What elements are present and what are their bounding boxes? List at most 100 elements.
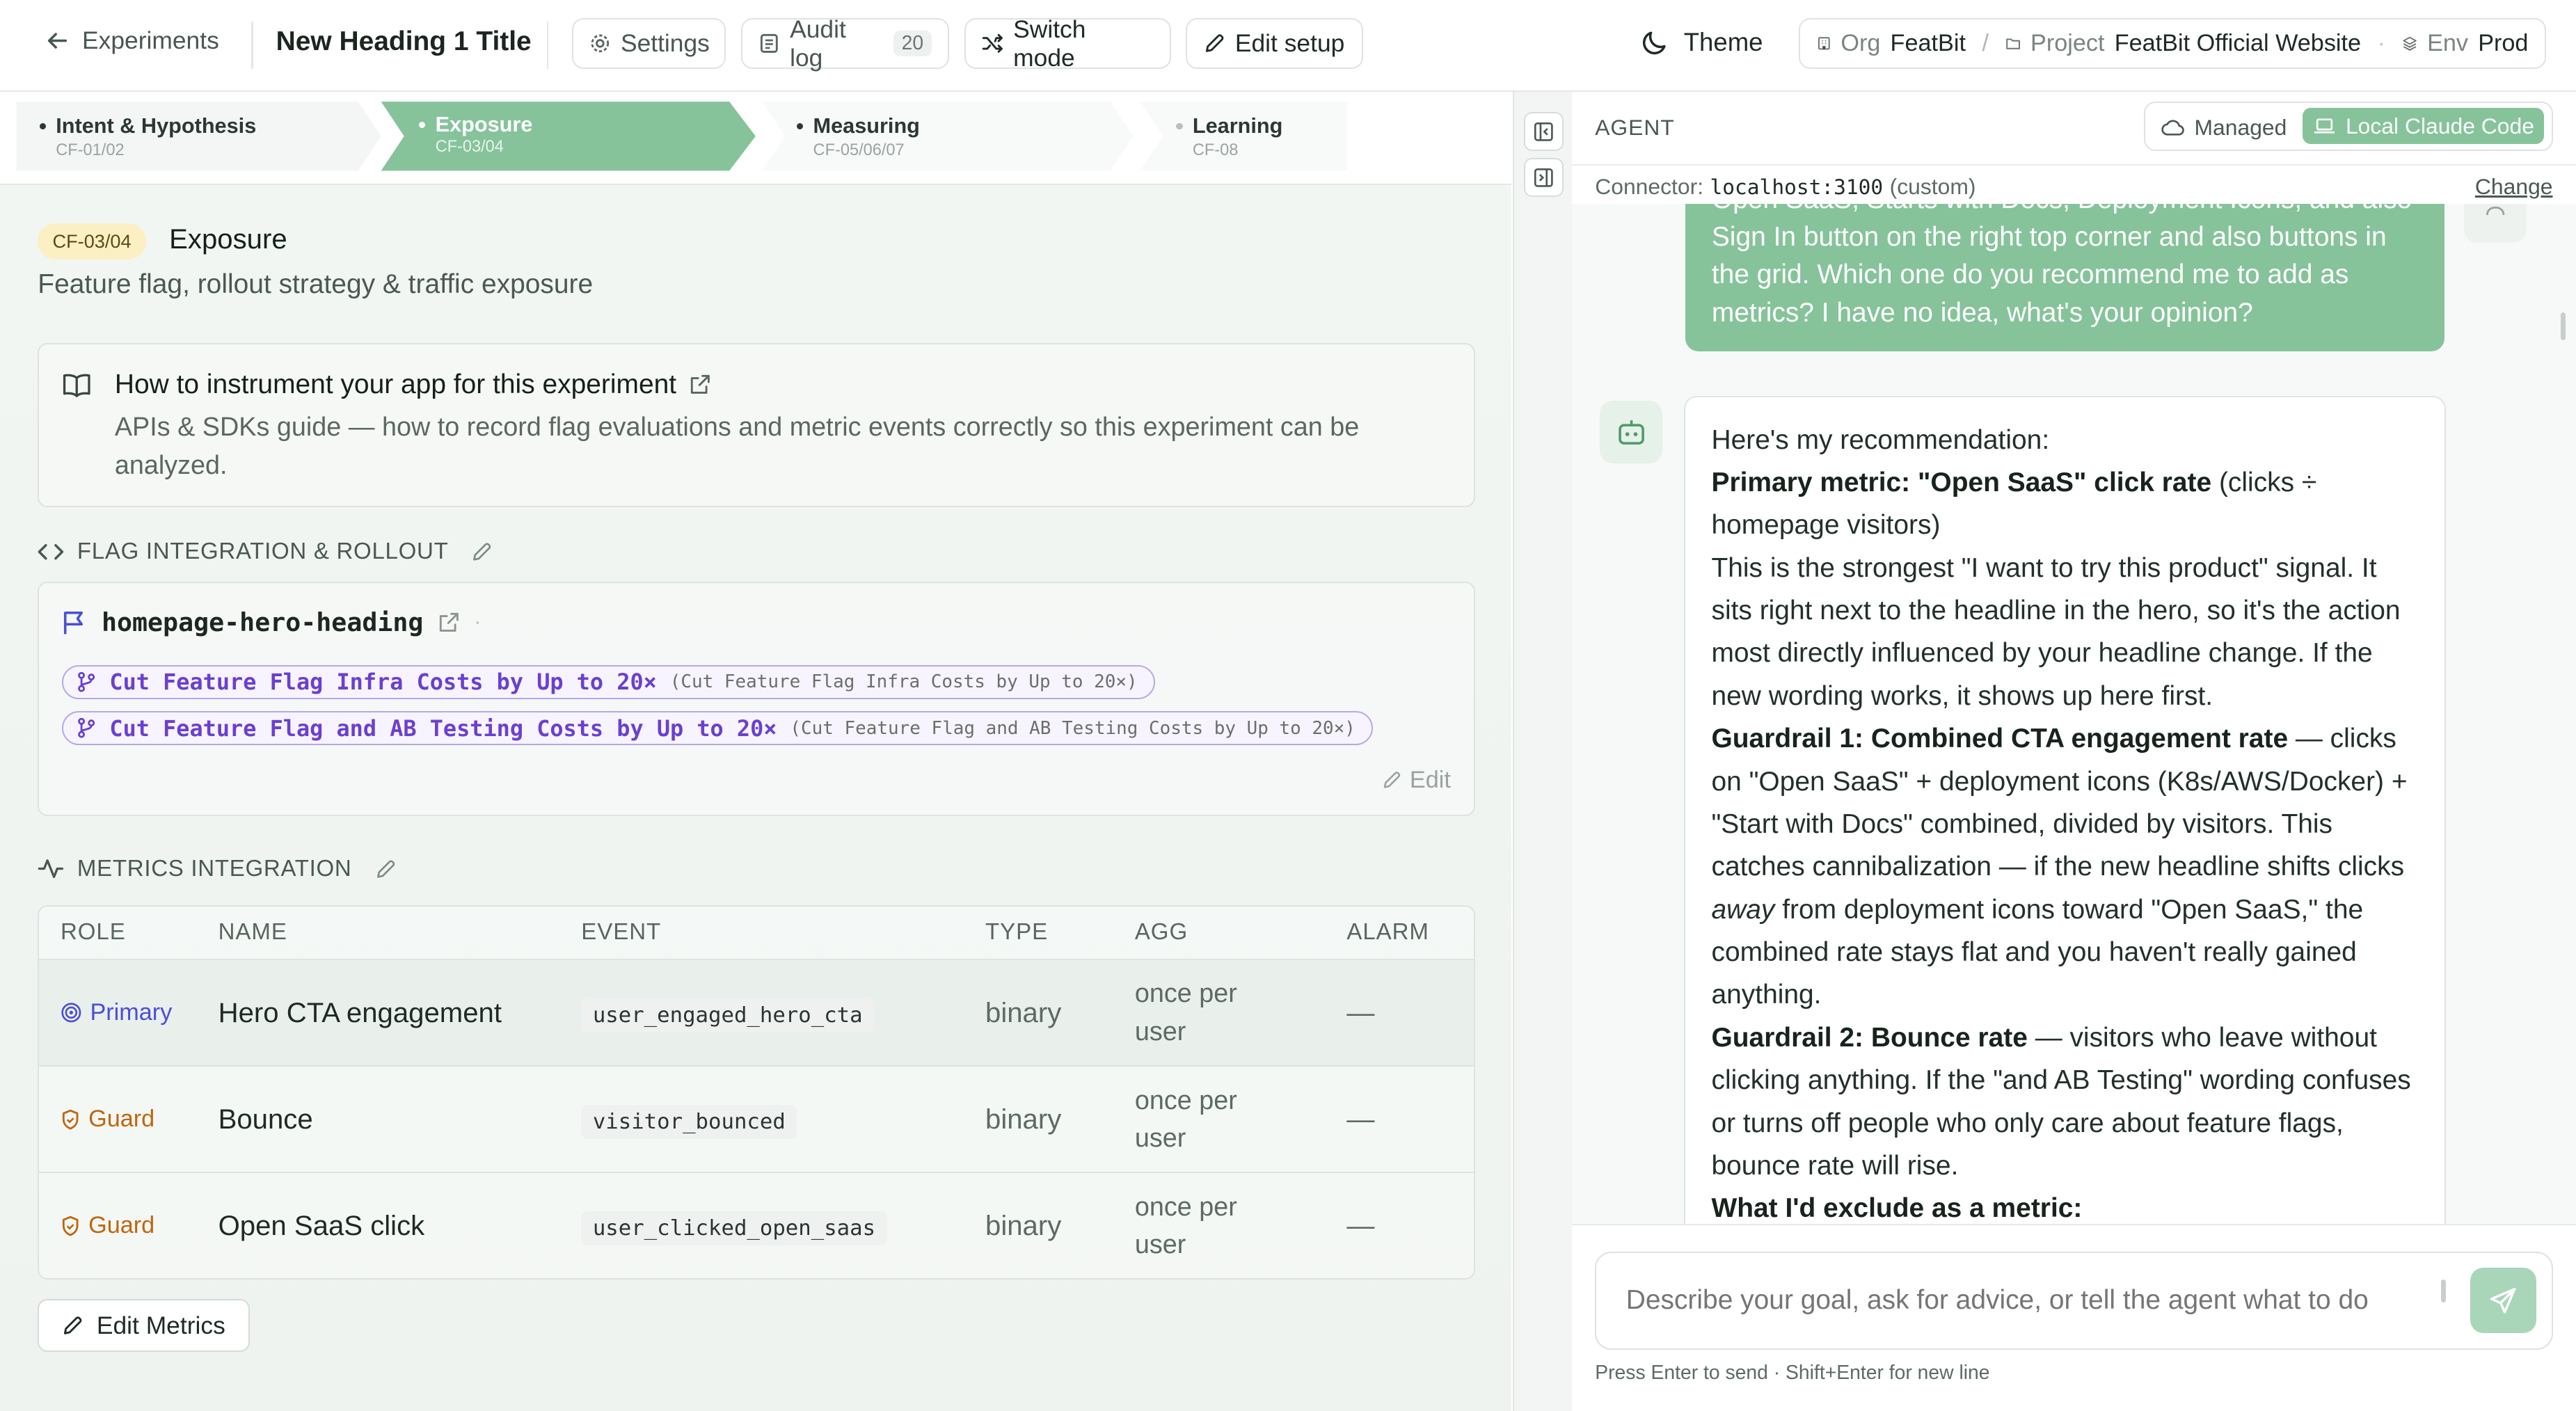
settings-button[interactable]: Settings <box>571 17 726 70</box>
role-primary: Primary <box>61 999 218 1026</box>
step-exposure[interactable]: Exposure CF-03/04 <box>396 102 741 170</box>
guide-title-link[interactable]: How to instrument your app for this expe… <box>115 369 711 400</box>
agent-message-paragraph: This is the strongest "I want to try thi… <box>1711 552 2401 711</box>
pencil-icon[interactable] <box>375 859 397 880</box>
pencil-icon[interactable] <box>471 541 493 563</box>
column-header: ROLE <box>39 906 218 961</box>
step-dot <box>1176 123 1183 130</box>
experiment-detail-pane: Intent & Hypothesis CF-01/02 Exposure CF… <box>0 92 1511 1411</box>
send-button[interactable] <box>2470 1268 2536 1334</box>
moon-icon <box>1643 31 1666 55</box>
column-header: ALARM <box>1346 906 1474 961</box>
flag-edit-label: Edit <box>1409 767 1451 794</box>
external-link-icon[interactable] <box>438 612 460 633</box>
collapse-left-panel-button[interactable] <box>1524 111 1564 152</box>
table-row[interactable]: Guard Open SaaS click user_clicked_open_… <box>39 1172 1474 1278</box>
chat-thread: Open SaaS, Starts with Docs, Deployment … <box>1572 203 2576 1224</box>
agent-label: AGENT <box>1595 115 1675 141</box>
variant-value: (Cut Feature Flag Infra Costs by Up to 2… <box>669 671 1138 693</box>
chat-input[interactable] <box>1625 1279 2415 1322</box>
edit-setup-button[interactable]: Edit setup <box>1186 17 1364 70</box>
bold-text: Guardrail 1: Combined CTA engagement rat… <box>1711 724 2289 754</box>
project-key: Project <box>2030 30 2105 57</box>
mode-local-claude-code[interactable]: Local Claude Code <box>2303 108 2545 145</box>
bold-text: What I'd exclude as a metric: <box>1711 1193 2083 1224</box>
step-dot <box>418 121 426 129</box>
collapse-right-panel-button[interactable] <box>1524 157 1564 198</box>
flag-section-title: FLAG INTEGRATION & ROLLOUT <box>77 539 449 565</box>
role-label: Primary <box>90 999 173 1026</box>
mode-managed-label: Managed <box>2194 114 2287 140</box>
step-measuring[interactable]: Measuring CF-05/06/07 <box>774 102 1119 170</box>
column-header: AGG <box>1134 906 1347 961</box>
emphasis-text: away <box>1711 894 1775 925</box>
variant-pill: Cut Feature Flag and AB Testing Costs by… <box>62 710 1374 746</box>
table-row[interactable]: Primary Hero CTA engagement user_engaged… <box>39 959 1474 1067</box>
switch-mode-button[interactable]: Switch mode <box>964 15 1172 72</box>
bold-text: Guardrail 2: Bounce rate <box>1711 1022 2028 1053</box>
exposure-title: Exposure <box>169 223 287 255</box>
metric-type: binary <box>985 1066 1135 1174</box>
step-intent-hypothesis[interactable]: Intent & Hypothesis CF-01/02 <box>17 102 378 170</box>
step-learning[interactable]: Learning CF-08 <box>1153 102 1350 170</box>
divider <box>547 21 549 70</box>
context-selector[interactable]: Org FeatBit / Project FeatBit Official W… <box>1798 17 2547 70</box>
mode-managed[interactable]: Managed <box>2161 115 2287 141</box>
step-title: Learning <box>1192 113 1283 138</box>
variant-name: Cut Feature Flag and AB Testing Costs by… <box>109 715 777 742</box>
step-sub: CF-05/06/07 <box>813 141 905 159</box>
agent-scrollbar-thumb[interactable] <box>2561 313 2566 340</box>
exposure-subtitle: Feature flag, rollout strategy & traffic… <box>38 269 594 300</box>
git-branch-icon <box>78 718 95 738</box>
folder-icon <box>2005 38 2020 49</box>
shuffle-icon <box>983 34 1003 54</box>
pencil-icon <box>1383 772 1400 788</box>
agent-mode-toggle: Managed Local Claude Code <box>2143 102 2553 152</box>
app-root: Experiments New Heading 1 Title Settings… <box>0 0 2576 1411</box>
laptop-icon <box>2314 118 2335 134</box>
agent-message-paragraph: Guardrail 1: Combined CTA engagement rat… <box>1711 717 2418 1017</box>
dot-separator: · <box>474 611 482 634</box>
audit-log-button[interactable]: Audit log 20 <box>740 15 950 72</box>
agent-message-paragraph: Guardrail 2: Bounce rate — visitors who … <box>1711 1017 2418 1188</box>
history-icon <box>761 34 778 54</box>
external-link-icon <box>690 375 710 394</box>
instrumentation-guide-card[interactable]: How to instrument your app for this expe… <box>38 343 1475 508</box>
flag-key: homepage-hero-heading <box>101 607 424 638</box>
pencil-icon <box>64 1316 82 1334</box>
mode-local-label: Local Claude Code <box>2345 113 2534 138</box>
step-sub: CF-08 <box>1192 141 1239 159</box>
activity-icon <box>38 859 64 879</box>
flag-edit-button[interactable]: Edit <box>1382 767 1451 794</box>
theme-toggle[interactable]: Theme <box>1641 28 1763 57</box>
guide-title: How to instrument your app for this expe… <box>114 369 677 399</box>
metrics-section-title: METRICS INTEGRATION <box>77 855 352 882</box>
variant-value: (Cut Feature Flag and AB Testing Costs b… <box>790 717 1355 739</box>
metric-agg: once per user <box>1134 979 1237 1046</box>
metric-type: binary <box>985 959 1135 1067</box>
metric-agg: once per user <box>1134 1085 1237 1153</box>
table-row[interactable]: Guard Bounce visitor_bounced binary once… <box>39 1066 1474 1174</box>
lifecycle-stepper: Intent & Hypothesis CF-01/02 Exposure CF… <box>0 92 1511 186</box>
project-value: FeatBit Official Website <box>2114 30 2362 57</box>
role-label: Guard <box>88 1212 155 1239</box>
org-value: FeatBit <box>1890 30 1966 57</box>
step-title: Intent & Hypothesis <box>56 113 257 138</box>
agent-message-bubble: Here's my recommendation: Primary metric… <box>1683 395 2447 1224</box>
role-label: Guard <box>88 1106 155 1133</box>
change-connector-link[interactable]: Change <box>2475 174 2553 200</box>
book-open-icon <box>63 374 90 398</box>
flag-icon <box>64 611 84 635</box>
target-icon <box>61 1003 81 1023</box>
column-header: NAME <box>218 906 582 961</box>
panel-rail <box>1513 92 1573 1411</box>
gear-icon <box>591 34 610 53</box>
top-bar: Experiments New Heading 1 Title Settings… <box>0 0 2576 92</box>
event-key: user_clicked_open_saas <box>581 1211 887 1246</box>
step-dot <box>39 123 47 130</box>
divider <box>1572 1223 2576 1226</box>
step-sub: CF-01/02 <box>56 141 125 159</box>
shield-icon <box>62 1215 79 1236</box>
back-to-experiments-link[interactable]: Experiments <box>46 26 219 55</box>
edit-metrics-button[interactable]: Edit Metrics <box>38 1299 250 1352</box>
